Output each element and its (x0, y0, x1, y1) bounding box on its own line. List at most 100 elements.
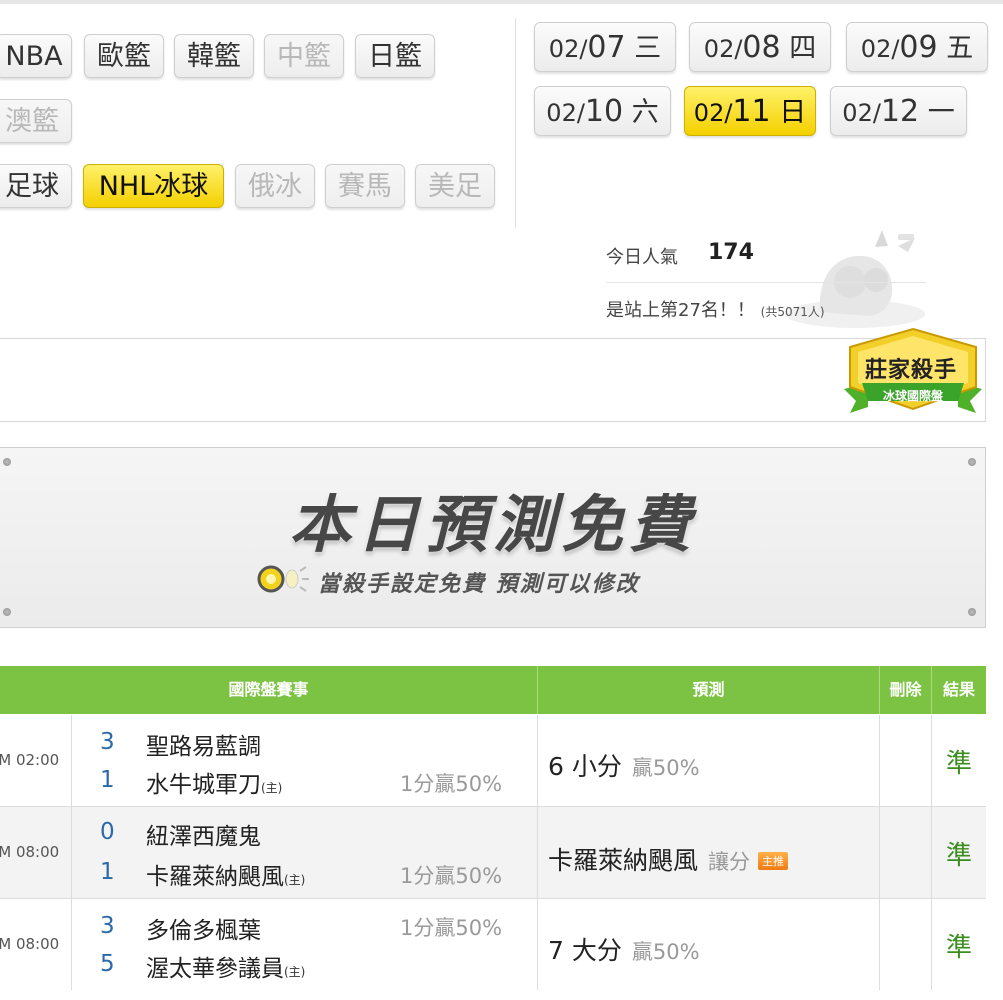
sport-button-soccer[interactable]: 足球 (0, 164, 72, 208)
sport-button-china-basketball[interactable]: 中籃 (264, 34, 344, 78)
home-team-name: 水牛城軍刀 (146, 772, 261, 798)
cell-divider (71, 807, 72, 898)
date-day: 10 (584, 94, 624, 129)
sport-button-american-football[interactable]: 美足 (415, 164, 495, 208)
rank-total: (共5071人) (760, 305, 825, 319)
game-time: AM 02:00 (0, 751, 60, 769)
date-day: 11 (732, 94, 771, 129)
header-prediction: 預測 (692, 680, 725, 699)
popularity-label: 今日人氣 (606, 247, 678, 268)
prediction-note: 讓分 (708, 850, 751, 874)
prediction-pick: 7 大分 (548, 936, 622, 965)
date-month: 02/ (860, 35, 900, 63)
date-button-0212[interactable]: 02/12 一 (830, 86, 967, 136)
top-border (0, 0, 1003, 4)
away-team: 紐澤西魔鬼 (146, 824, 261, 850)
handicap: 1分贏50% (400, 916, 503, 940)
home-score: 5 (100, 951, 115, 977)
home-score: 1 (100, 859, 115, 885)
cell-divider (71, 715, 72, 806)
prediction: 卡羅萊納颶風 讓分 主推 (548, 841, 789, 877)
cell-divider (879, 899, 880, 990)
date-weekday: 六 (631, 97, 659, 128)
header-game: 國際盤賽事 (228, 680, 309, 699)
sport-button-nba[interactable]: NBA (0, 34, 72, 78)
predictions-table-header: 國際盤賽事 預測 刪除 結果 (0, 666, 986, 714)
date-month: 02/ (548, 35, 588, 63)
date-day: 12 (880, 94, 920, 129)
badge-title: 莊家殺手 (864, 358, 957, 383)
away-score: 0 (100, 819, 115, 845)
prediction-note: 贏50% (631, 756, 700, 780)
sport-button-nhl-hockey[interactable]: NHL冰球 (83, 164, 224, 208)
sport-button-russia-hockey[interactable]: 俄冰 (235, 164, 315, 208)
home-team: 渥太華參議員(主) (146, 949, 305, 983)
away-team: 多倫多楓葉 (146, 918, 261, 944)
date-button-0207[interactable]: 02/07 三 (534, 22, 676, 72)
date-weekday: 四 (789, 33, 817, 64)
prediction: 7 大分 贏50% (548, 931, 700, 967)
result: 準 (945, 749, 972, 779)
header-result: 結果 (942, 680, 975, 699)
home-mark: (主) (284, 873, 306, 887)
date-button-0209[interactable]: 02/09 五 (846, 22, 988, 72)
home-score: 1 (100, 767, 115, 793)
date-weekday: 一 (927, 97, 955, 128)
sport-button-korea-basketball[interactable]: 韓籃 (174, 34, 254, 78)
home-team-name: 渥太華參議員 (146, 956, 284, 982)
prediction-pick: 6 小分 (548, 752, 622, 781)
rivet (3, 608, 11, 616)
away-score: 3 (100, 729, 115, 755)
home-team: 卡羅萊納颶風(主) (146, 857, 305, 891)
date-weekday: 日 (779, 97, 807, 128)
cell-divider (71, 899, 72, 990)
sport-button-horse-racing[interactable]: 賽馬 (325, 164, 405, 208)
free-prediction-title: 本日預測免費 (288, 488, 697, 561)
game-time: AM 08:00 (0, 843, 60, 861)
date-button-0211[interactable]: 02/11 日 (684, 86, 816, 136)
handicap: 1分贏50% (400, 864, 503, 888)
table-row: AM 08:00 0 紐澤西魔鬼 1 卡羅萊納颶風(主) 1分贏50% 卡羅萊納… (0, 807, 986, 898)
rivet (3, 458, 11, 466)
rank-info: 是站上第27名！！ (共5071人) (606, 296, 825, 322)
header-delete: 刪除 (889, 680, 922, 699)
badge-subtitle: 冰球國際盤 (882, 389, 943, 403)
sport-button-euro-basketball[interactable]: 歐籃 (84, 34, 164, 78)
home-mark: (主) (284, 965, 306, 979)
prediction-note: 贏50% (631, 940, 700, 964)
table-row: AM 08:00 3 多倫多楓葉 1分贏50% 5 渥太華參議員(主) 7 大分… (0, 899, 986, 990)
cell-divider (537, 807, 538, 898)
popularity-divider (606, 282, 926, 283)
date-month: 02/ (546, 99, 585, 127)
date-weekday: 五 (946, 33, 974, 64)
filter-divider (515, 18, 516, 228)
rank-text: 是站上第27名！！ (606, 300, 755, 321)
away-score: 3 (100, 913, 115, 939)
prediction: 6 小分 贏50% (548, 747, 700, 783)
home-mark: (主) (261, 781, 283, 795)
home-team: 水牛城軍刀(主) (146, 765, 282, 799)
lightbulb-icon (257, 565, 309, 593)
date-button-0210[interactable]: 02/10 六 (534, 86, 671, 136)
prediction-pick: 卡羅萊納颶風 (548, 846, 699, 875)
cell-divider (537, 899, 538, 990)
home-team-name: 卡羅萊納颶風 (146, 864, 284, 890)
date-day: 07 (587, 30, 626, 65)
sport-button-australia-basketball[interactable]: 澳籃 (0, 99, 72, 143)
date-button-0208[interactable]: 02/08 四 (689, 22, 831, 72)
handicap: 1分贏50% (400, 772, 503, 796)
date-month: 02/ (703, 35, 743, 63)
main-pick-tag: 主推 (758, 852, 789, 870)
away-team: 聖路易藍調 (146, 734, 261, 760)
date-month: 02/ (693, 99, 733, 127)
result: 準 (945, 841, 972, 871)
date-day: 09 (899, 30, 938, 65)
popularity-count: 174 (708, 240, 754, 265)
game-time: AM 08:00 (0, 935, 60, 953)
result: 準 (945, 933, 972, 963)
free-prediction-subtitle: 當殺手設定免費 預測可以修改 (318, 572, 640, 597)
table-row: AM 02:00 3 聖路易藍調 1 水牛城軍刀(主) 1分贏50% 6 小分贏… (0, 715, 986, 806)
rivet (968, 458, 976, 466)
sport-button-japan-basketball[interactable]: 日籃 (355, 34, 435, 78)
cell-divider (879, 715, 880, 806)
